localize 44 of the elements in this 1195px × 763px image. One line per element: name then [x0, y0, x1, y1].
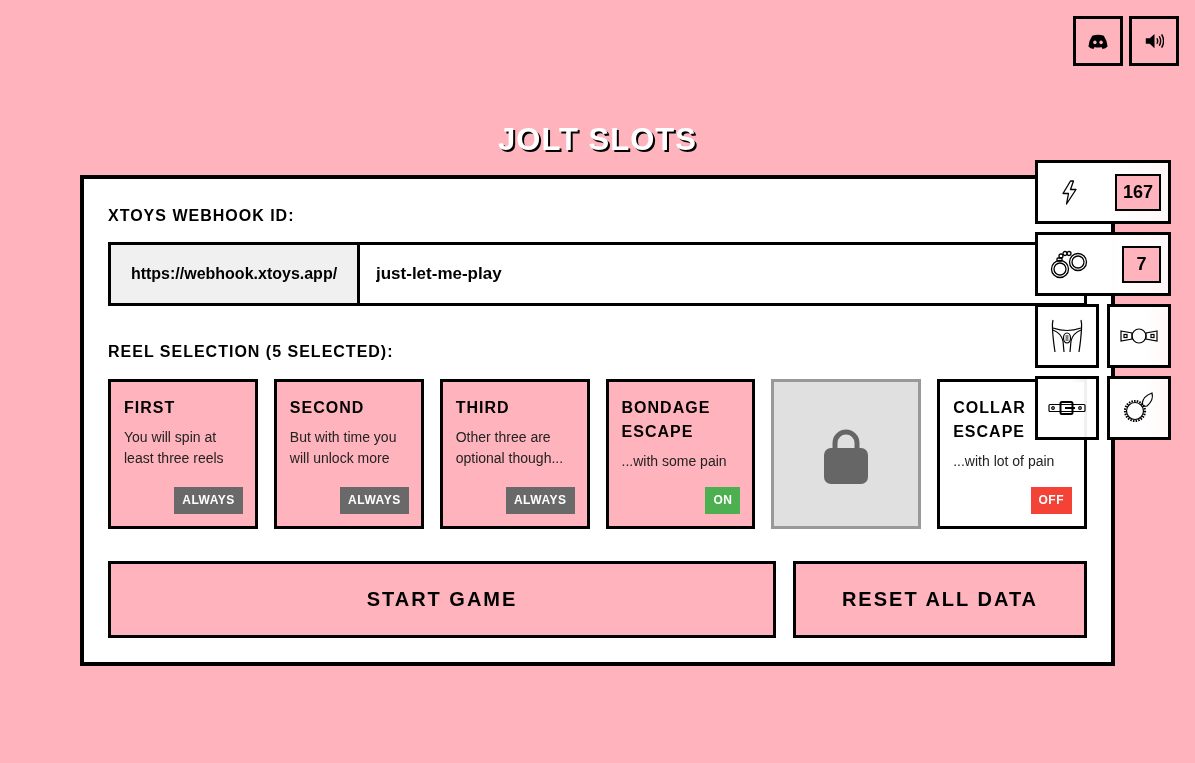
reel-card[interactable]: FIRST You will spin at least three reels ALWAYS: [108, 379, 258, 529]
counter-value: 167: [1114, 173, 1161, 211]
ball-gag-icon: [1120, 328, 1158, 344]
volume-button[interactable]: [1129, 16, 1179, 66]
start-game-button[interactable]: START GAME: [108, 561, 776, 638]
reel-title: THIRD: [455, 398, 510, 418]
reel-card[interactable]: BONDAGE ESCAPE ...with some pain ON: [605, 379, 756, 529]
reel-status: OFF: [1030, 487, 1073, 514]
buckle-strap-icon: [1048, 401, 1086, 415]
reel-title: COLLAR ESCAPE: [953, 398, 1026, 442]
reel-card[interactable]: THIRD Other three are optional though... ALWAYS: [439, 379, 590, 529]
reel-description: Other three are optional though...: [455, 428, 565, 468]
item-tile[interactable]: [1107, 376, 1171, 440]
reel-status: ALWAYS: [505, 487, 575, 514]
reel-description: ...with some pain: [621, 452, 727, 471]
reel-description: ...with lot of pain: [953, 452, 1055, 471]
webhook-label: XTOYS WEBHOOK ID:: [108, 206, 295, 226]
volume-icon: [1144, 33, 1164, 49]
reel-title: BONDAGE ESCAPE: [621, 398, 711, 442]
spiky-ball-icon: [1123, 392, 1155, 424]
handcuffs-icon: [1050, 249, 1088, 279]
reel-title: SECOND: [289, 398, 365, 418]
item-tile[interactable]: [1035, 376, 1099, 440]
lock-icon: [824, 428, 869, 484]
item-tile[interactable]: [1107, 304, 1171, 368]
reel-status: ALWAYS: [174, 487, 243, 514]
reset-data-button[interactable]: RESET ALL DATA: [793, 561, 1087, 638]
reel-selection-label: REEL SELECTION (5 SELECTED):: [108, 342, 394, 362]
reel-status: ALWAYS: [340, 487, 409, 514]
reel-card[interactable]: SECOND But with time you will unlock more ALWAYS: [273, 379, 424, 529]
reel-status: ON: [705, 487, 741, 514]
discord-icon: [1088, 33, 1108, 49]
discord-button[interactable]: [1073, 16, 1123, 66]
underwear-icon: [1051, 319, 1083, 353]
webhook-id-input[interactable]: just-let-me-play: [360, 242, 1087, 306]
reel-card[interactable]: [771, 379, 922, 529]
item-tile[interactable]: [1035, 304, 1099, 368]
lightning-icon: [1061, 179, 1078, 205]
reel-description: But with time you will unlock more: [289, 428, 398, 468]
url-prefix: https://webhook.xtoys.app/: [108, 242, 360, 306]
reel-description: You will spin at least three reels: [124, 428, 225, 468]
reel-title: FIRST: [124, 398, 176, 418]
app-title: JOLT SLOTS: [498, 121, 697, 159]
counter-value: 7: [1122, 245, 1161, 283]
